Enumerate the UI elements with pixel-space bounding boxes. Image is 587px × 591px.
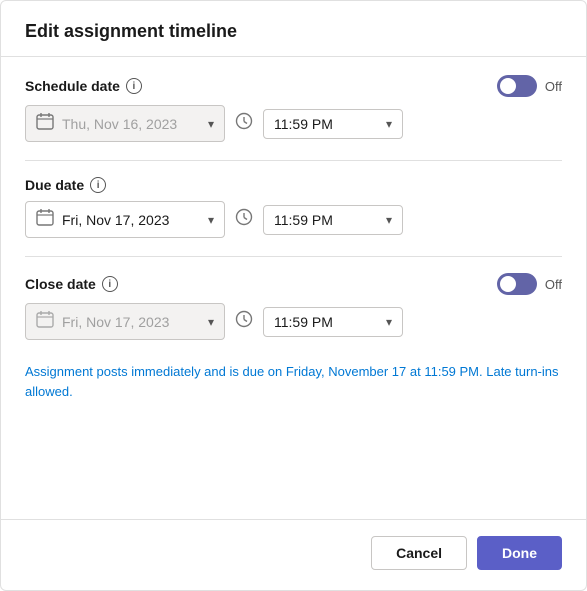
edit-assignment-dialog: Edit assignment timeline Schedule date i…: [0, 0, 587, 591]
schedule-date-toggle[interactable]: [497, 75, 537, 97]
schedule-date-fields: Thu, Nov 16, 2023 ▾ 11:59 PM ▾: [25, 105, 562, 142]
done-button[interactable]: Done: [477, 536, 562, 570]
schedule-date-header: Schedule date i Off: [25, 75, 562, 97]
close-date-fields: Fri, Nov 17, 2023 ▾ 11:59 PM ▾: [25, 303, 562, 340]
dialog-header: Edit assignment timeline: [1, 1, 586, 57]
schedule-date-chevron: ▾: [208, 117, 214, 131]
due-date-fields: Fri, Nov 17, 2023 ▾ 11:59 PM ▾: [25, 201, 562, 238]
schedule-date-value: Thu, Nov 16, 2023: [62, 116, 200, 132]
close-date-toggle[interactable]: [497, 273, 537, 295]
close-date-toggle-label: Off: [545, 277, 562, 292]
close-time-chevron: ▾: [386, 315, 392, 329]
due-date-value: Fri, Nov 17, 2023: [62, 212, 200, 228]
close-date-label-group: Close date i: [25, 276, 118, 292]
close-date-info-icon[interactable]: i: [102, 276, 118, 292]
dialog-title: Edit assignment timeline: [25, 21, 237, 41]
schedule-time-field[interactable]: 11:59 PM ▾: [263, 109, 403, 139]
close-date-section: Close date i Off: [25, 273, 562, 340]
close-date-value: Fri, Nov 17, 2023: [62, 314, 200, 330]
schedule-date-toggle-knob: [500, 78, 516, 94]
schedule-calendar-glyph: [36, 112, 54, 135]
schedule-date-section: Schedule date i Off: [25, 75, 562, 142]
schedule-clock-icon: [235, 112, 253, 135]
schedule-date-toggle-label: Off: [545, 79, 562, 94]
due-date-header: Due date i: [25, 177, 562, 193]
due-date-section: Due date i Fri, Nov 17, 2023 ▾: [25, 177, 562, 238]
due-time-chevron: ▾: [386, 213, 392, 227]
assignment-info-text: Assignment posts immediately and is due …: [25, 358, 562, 405]
close-time-field[interactable]: 11:59 PM ▾: [263, 307, 403, 337]
dialog-footer: Cancel Done: [1, 519, 586, 590]
cancel-button[interactable]: Cancel: [371, 536, 467, 570]
close-calendar-glyph: [36, 310, 54, 333]
schedule-time-chevron: ▾: [386, 117, 392, 131]
due-calendar-glyph: [36, 208, 54, 231]
due-date-label-group: Due date i: [25, 177, 106, 193]
schedule-date-label: Schedule date: [25, 78, 120, 94]
due-time-value: 11:59 PM: [274, 212, 378, 228]
schedule-time-value: 11:59 PM: [274, 116, 378, 132]
close-clock-icon: [235, 310, 253, 333]
close-date-label: Close date: [25, 276, 96, 292]
schedule-date-label-group: Schedule date i: [25, 78, 142, 94]
due-date-field[interactable]: Fri, Nov 17, 2023 ▾: [25, 201, 225, 238]
due-date-info-icon[interactable]: i: [90, 177, 106, 193]
close-date-chevron: ▾: [208, 315, 214, 329]
due-date-chevron: ▾: [208, 213, 214, 227]
schedule-date-info-icon[interactable]: i: [126, 78, 142, 94]
due-date-label: Due date: [25, 177, 84, 193]
schedule-date-calendar-icon[interactable]: Thu, Nov 16, 2023 ▾: [25, 105, 225, 142]
close-time-value: 11:59 PM: [274, 314, 378, 330]
close-date-toggle-knob: [500, 276, 516, 292]
divider-1: [25, 160, 562, 161]
due-time-field[interactable]: 11:59 PM ▾: [263, 205, 403, 235]
close-date-field[interactable]: Fri, Nov 17, 2023 ▾: [25, 303, 225, 340]
close-date-header: Close date i Off: [25, 273, 562, 295]
divider-2: [25, 256, 562, 257]
dialog-body: Schedule date i Off: [1, 57, 586, 519]
schedule-date-toggle-group: Off: [497, 75, 562, 97]
due-clock-icon: [235, 208, 253, 231]
close-date-toggle-group: Off: [497, 273, 562, 295]
